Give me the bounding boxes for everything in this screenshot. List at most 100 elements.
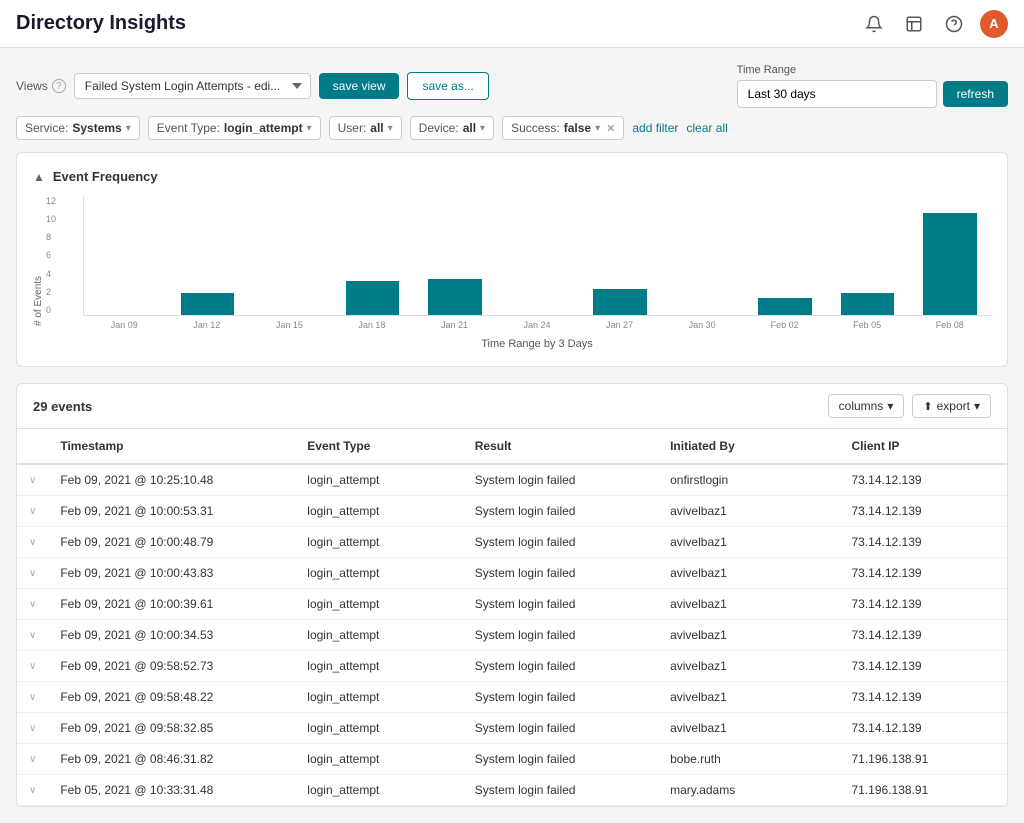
- bar: [346, 281, 400, 315]
- row-initiated-by: onfirstlogin: [658, 464, 839, 496]
- row-expand[interactable]: ∨: [17, 464, 48, 496]
- row-result: System login failed: [463, 713, 658, 744]
- table-row: ∨ Feb 09, 2021 @ 10:00:48.79 login_attem…: [17, 527, 1007, 558]
- clear-all-link[interactable]: clear all: [686, 121, 727, 135]
- col-timestamp: Timestamp: [48, 429, 295, 464]
- row-expand[interactable]: ∨: [17, 589, 48, 620]
- notifications-icon[interactable]: [860, 10, 888, 38]
- filter-chip[interactable]: Event Type:login_attempt▾: [148, 116, 321, 140]
- x-label: Jan 30: [661, 320, 744, 330]
- row-timestamp: Feb 09, 2021 @ 10:25:10.48: [48, 464, 295, 496]
- table-row: ∨ Feb 09, 2021 @ 09:58:48.22 login_attem…: [17, 682, 1007, 713]
- filter-chip[interactable]: User:all▾: [329, 116, 402, 140]
- bar: [841, 293, 895, 315]
- row-expand[interactable]: ∨: [17, 620, 48, 651]
- bar: [758, 298, 812, 315]
- table-row: ∨ Feb 09, 2021 @ 08:46:31.82 login_attem…: [17, 744, 1007, 775]
- bar-group: [414, 196, 496, 315]
- col-event-type: Event Type: [295, 429, 462, 464]
- row-result: System login failed: [463, 558, 658, 589]
- row-expand[interactable]: ∨: [17, 713, 48, 744]
- time-range-input[interactable]: [737, 80, 937, 108]
- row-result: System login failed: [463, 620, 658, 651]
- help-icon[interactable]: [940, 10, 968, 38]
- row-result: System login failed: [463, 651, 658, 682]
- row-timestamp: Feb 09, 2021 @ 10:00:48.79: [48, 527, 295, 558]
- table-row: ∨ Feb 09, 2021 @ 10:00:34.53 login_attem…: [17, 620, 1007, 651]
- table-row: ∨ Feb 09, 2021 @ 10:00:39.61 login_attem…: [17, 589, 1007, 620]
- row-event-type: login_attempt: [295, 620, 462, 651]
- y-axis-ticks: 0 2 4 6 8 10 12: [46, 196, 56, 315]
- add-filter-link[interactable]: add filter: [632, 121, 678, 135]
- export-button[interactable]: ⬆ export ▾: [912, 394, 991, 418]
- row-client-ip: 73.14.12.139: [840, 713, 1008, 744]
- refresh-button[interactable]: refresh: [943, 81, 1008, 107]
- x-label: Jan 09: [83, 320, 166, 330]
- collapse-icon[interactable]: ▲: [33, 170, 45, 184]
- row-client-ip: 73.14.12.139: [840, 651, 1008, 682]
- row-expand[interactable]: ∨: [17, 527, 48, 558]
- row-timestamp: Feb 09, 2021 @ 10:00:34.53: [48, 620, 295, 651]
- bar-group: [496, 196, 578, 315]
- row-client-ip: 73.14.12.139: [840, 527, 1008, 558]
- chart-x-title: Time Range by 3 Days: [83, 338, 991, 350]
- time-range-row: refresh: [737, 80, 1008, 108]
- row-expand[interactable]: ∨: [17, 496, 48, 527]
- save-view-button[interactable]: save view: [319, 73, 400, 99]
- x-label: Feb 08: [908, 320, 991, 330]
- row-expand[interactable]: ∨: [17, 775, 48, 806]
- filter-chip[interactable]: Device:all▾: [410, 116, 494, 140]
- row-result: System login failed: [463, 496, 658, 527]
- row-client-ip: 71.196.138.91: [840, 775, 1008, 806]
- bar-group: [744, 196, 826, 315]
- bars-container: 0 2 4 6 8 10 12: [83, 196, 991, 316]
- row-event-type: login_attempt: [295, 558, 462, 589]
- row-client-ip: 73.14.12.139: [840, 589, 1008, 620]
- docs-icon[interactable]: [900, 10, 928, 38]
- table-row: ∨ Feb 05, 2021 @ 10:33:31.48 login_attem…: [17, 775, 1007, 806]
- row-client-ip: 73.14.12.139: [840, 620, 1008, 651]
- app-title: Directory Insights: [16, 12, 186, 35]
- x-label: Jan 24: [496, 320, 579, 330]
- x-label: Jan 21: [413, 320, 496, 330]
- row-client-ip: 73.14.12.139: [840, 464, 1008, 496]
- filter-chip[interactable]: Service:Systems▾: [16, 116, 140, 140]
- bar-group: [661, 196, 743, 315]
- bar: [923, 213, 977, 315]
- filter-chips: Service:Systems▾ Event Type:login_attempt…: [16, 116, 624, 140]
- events-count: 29 events: [33, 399, 92, 414]
- bar: [181, 293, 235, 315]
- columns-button[interactable]: columns ▾: [828, 394, 905, 418]
- save-as-button[interactable]: save as...: [407, 72, 488, 100]
- chart-card: ▲ Event Frequency # of Events 0 2 4 6 8 …: [16, 152, 1008, 367]
- user-avatar[interactable]: A: [980, 10, 1008, 38]
- row-expand[interactable]: ∨: [17, 744, 48, 775]
- bar-group: [249, 196, 331, 315]
- row-event-type: login_attempt: [295, 589, 462, 620]
- filters-row: Service:Systems▾ Event Type:login_attempt…: [16, 116, 1008, 140]
- row-expand[interactable]: ∨: [17, 651, 48, 682]
- bar-group: [166, 196, 248, 315]
- row-event-type: login_attempt: [295, 682, 462, 713]
- col-initiated-by: Initiated By: [658, 429, 839, 464]
- views-row: Views ? Failed System Login Attempts - e…: [16, 64, 1008, 108]
- row-expand[interactable]: ∨: [17, 682, 48, 713]
- row-timestamp: Feb 09, 2021 @ 09:58:48.22: [48, 682, 295, 713]
- row-initiated-by: avivelbaz1: [658, 589, 839, 620]
- bar: [428, 279, 482, 315]
- row-initiated-by: avivelbaz1: [658, 651, 839, 682]
- filter-chip[interactable]: Success:false▾✕: [502, 116, 624, 140]
- main-content: Views ? Failed System Login Attempts - e…: [0, 48, 1024, 823]
- row-expand[interactable]: ∨: [17, 558, 48, 589]
- events-table: Timestamp Event Type Result Initiated By…: [17, 429, 1007, 806]
- table-card: 29 events columns ▾ ⬆ export ▾ Timesta: [16, 383, 1008, 807]
- row-initiated-by: avivelbaz1: [658, 527, 839, 558]
- table-actions: columns ▾ ⬆ export ▾: [828, 394, 991, 418]
- views-left: Views ? Failed System Login Attempts - e…: [16, 72, 489, 100]
- top-bar: Directory Insights A: [0, 0, 1024, 48]
- view-select[interactable]: Failed System Login Attempts - edi...: [74, 73, 311, 99]
- row-initiated-by: bobe.ruth: [658, 744, 839, 775]
- bar-group: [579, 196, 661, 315]
- views-info-icon[interactable]: ?: [52, 79, 66, 93]
- row-timestamp: Feb 05, 2021 @ 10:33:31.48: [48, 775, 295, 806]
